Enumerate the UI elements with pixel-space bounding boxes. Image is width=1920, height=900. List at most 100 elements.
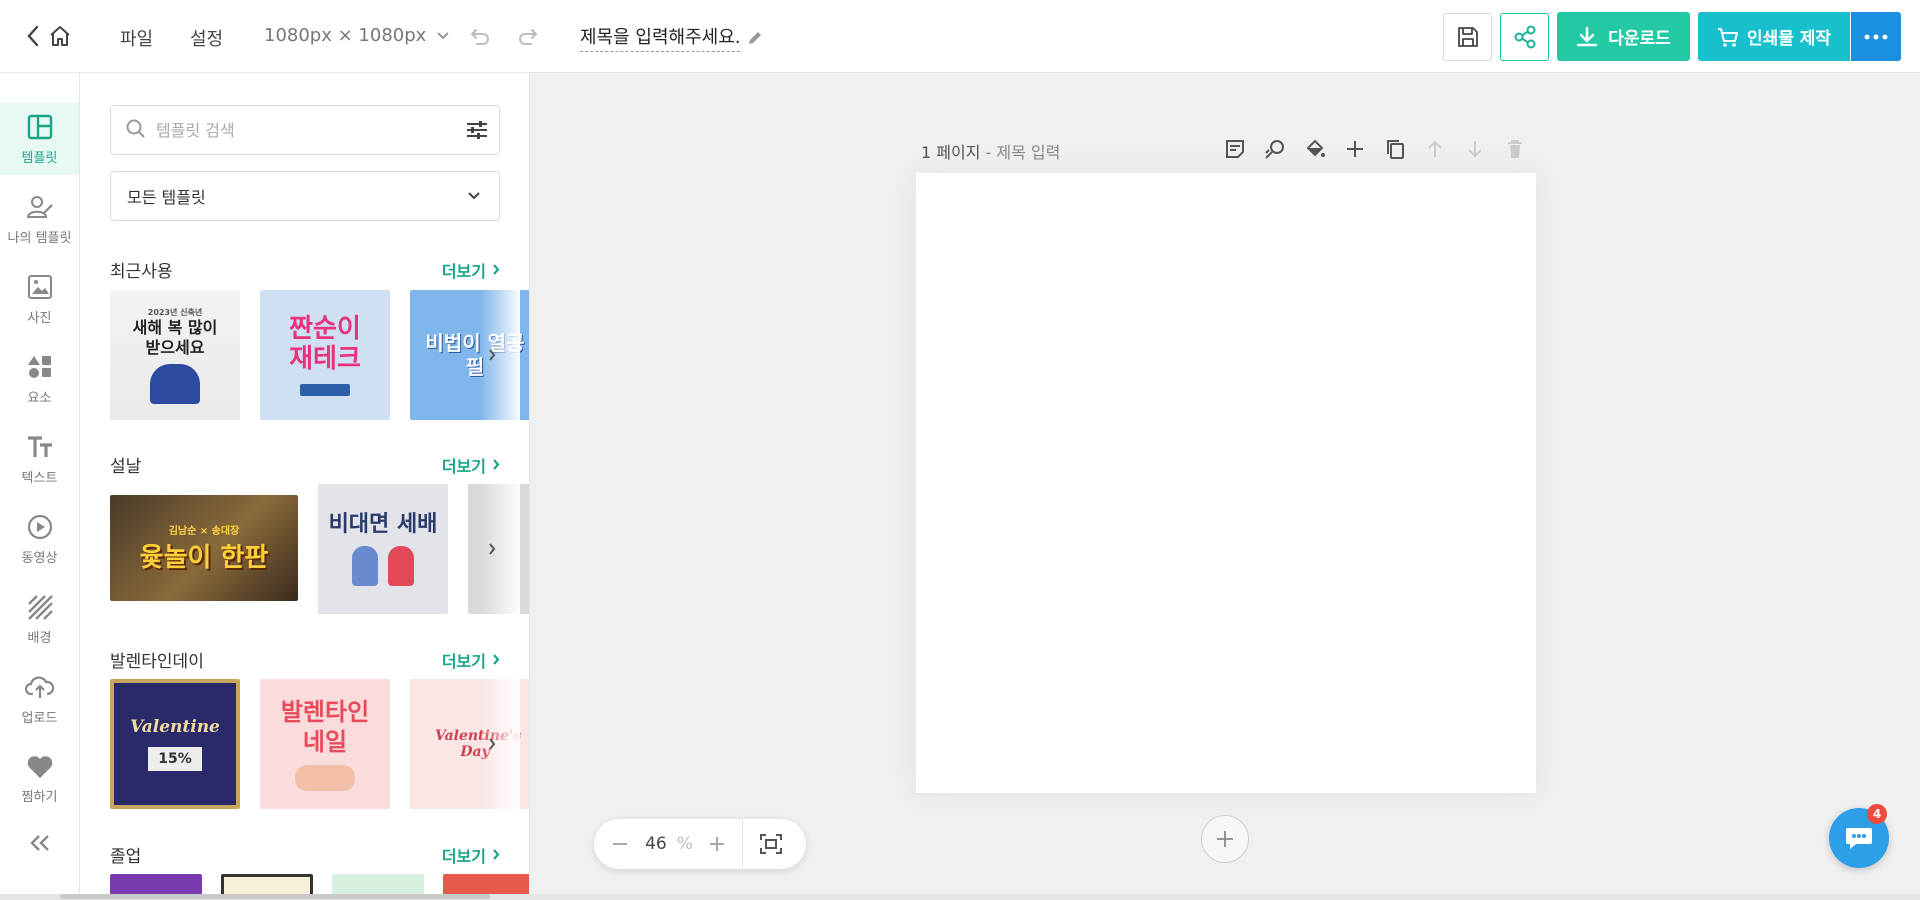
more-options-button[interactable] [1851,12,1901,61]
canvas-size-dropdown[interactable]: 1080px × 1080px [264,25,450,46]
template-category-dropdown[interactable]: 모든 템플릿 [110,171,500,221]
home-icon[interactable] [48,24,72,48]
zoom-in-button[interactable] [692,819,742,869]
nav-label-photos: 사진 [27,310,52,326]
template-thumbnail[interactable]: 짠순이 재테크 [260,290,390,420]
thumb-caption: 짠순이 재테크 [289,314,361,374]
cloud-upload-icon [24,675,54,698]
nav-label-templates: 템플릿 [21,150,58,166]
plus-icon [1217,831,1233,847]
nav-item-elements[interactable]: 요소 [0,343,79,415]
chat-bubble-icon [1846,828,1872,849]
back-icon[interactable] [26,24,40,48]
section-header-graduation: 졸업 더보기 [110,842,500,867]
thumb-caption: Valentine [130,717,220,737]
template-search-input[interactable] [156,118,436,142]
move-down-icon [1462,136,1488,162]
section-title: 최근사용 [110,262,173,282]
page-label[interactable]: 1 페이지 - 제목 입력 [921,139,1060,163]
redo-icon[interactable] [516,24,540,48]
cart-icon [1717,27,1738,47]
nav-item-video[interactable]: 동영상 [0,503,79,575]
text-icon [27,435,52,457]
chevron-right-icon [493,264,500,275]
thumb-top-text: 15% [148,747,202,771]
scroll-right-arrow[interactable] [478,730,506,758]
page-memo-icon[interactable] [1222,136,1248,162]
page-title-input[interactable]: - 제목 입력 [986,143,1061,162]
thumb-illustration [295,765,355,791]
more-label: 더보기 [441,261,486,281]
more-link[interactable]: 더보기 [442,648,500,672]
chevron-right-icon [493,459,500,470]
image-icon [27,274,52,299]
design-canvas[interactable] [916,173,1536,793]
chevron-right-icon [489,349,496,361]
undo-icon[interactable] [468,24,492,48]
collapse-panel-button[interactable] [0,823,79,863]
zoom-unit: % [676,834,693,854]
more-link[interactable]: 더보기 [442,258,500,282]
paint-bucket-icon[interactable] [1302,136,1328,162]
download-button[interactable]: 다운로드 [1557,12,1690,61]
fit-to-screen-button[interactable] [743,819,799,869]
add-page-button[interactable] [1201,815,1249,863]
nav-item-upload[interactable]: 업로드 [0,663,79,735]
add-page-icon[interactable] [1342,136,1368,162]
plus-icon [710,837,724,851]
section-title: 졸업 [110,847,142,867]
thumb-top-text: 2023년 신축년 [147,307,203,317]
scroll-right-arrow[interactable] [478,535,506,563]
template-thumbnail[interactable]: 발렌타인 네일 [260,679,390,809]
layout-icon [27,114,52,139]
section-header-valentine: 발렌타인데이 더보기 [110,647,500,672]
duplicate-page-icon[interactable] [1382,136,1408,162]
minus-icon [613,843,627,845]
template-search-box [110,105,500,155]
chat-badge: 4 [1867,804,1887,824]
scroll-right-arrow[interactable] [478,341,506,369]
background-icon [27,594,53,620]
my-template-icon [26,195,53,218]
horizontal-scrollbar-thumb[interactable] [60,894,490,899]
chevron-right-icon [489,738,496,750]
chevron-right-icon [489,543,496,555]
save-button[interactable] [1443,13,1492,61]
document-title[interactable]: 제목을 입력해주세요. [580,23,764,52]
template-thumbnail[interactable]: Valentine 15% [110,679,240,809]
template-thumbnail[interactable]: 2023년 신축년 새해 복 많이 받으세요 [110,290,240,420]
print-order-button[interactable]: 인쇄물 제작 [1698,12,1850,61]
more-label: 더보기 [441,846,486,866]
zoom-control: 46 % [594,819,806,869]
heart-icon [27,755,52,778]
menu-file[interactable]: 파일 [120,25,153,51]
download-icon [1577,26,1598,46]
chevron-down-icon [437,31,450,39]
more-link[interactable]: 더보기 [442,843,500,867]
share-button[interactable] [1500,13,1549,61]
document-title-text: 제목을 입력해주세요. [580,23,741,52]
chevron-right-icon [493,849,500,860]
nav-item-my-templates[interactable]: 나의 템플릿 [0,183,79,255]
save-icon [1457,27,1478,47]
zoom-out-button[interactable] [594,819,646,869]
template-thumbnail[interactable]: 김남순 × 송대장 윷놀이 한판 [110,495,298,601]
zoom-value[interactable]: 46 % [645,819,693,869]
menu-settings[interactable]: 설정 [190,25,223,51]
play-icon [27,514,52,539]
filter-icon[interactable] [466,120,488,140]
nav-item-templates[interactable]: 템플릿 [0,103,79,175]
nav-label-background: 배경 [27,630,52,646]
page-animation-icon[interactable] [1262,136,1288,162]
more-link[interactable]: 더보기 [442,453,500,477]
template-thumbnail[interactable]: 비대면 세배 [318,484,448,614]
chevron-right-icon [493,654,500,665]
nav-item-favorites[interactable]: 찜하기 [0,743,79,815]
nav-item-background[interactable]: 배경 [0,583,79,655]
nav-label-favorites: 찜하기 [21,789,58,805]
nav-item-text[interactable]: 텍스트 [0,423,79,495]
section-header-recent: 최근사용 더보기 [110,257,500,282]
nav-item-photos[interactable]: 사진 [0,263,79,335]
thumb-illustration [150,363,200,404]
chevron-down-icon [468,192,480,200]
